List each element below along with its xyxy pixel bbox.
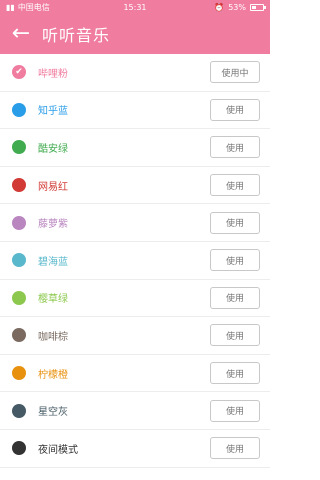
color-swatch bbox=[12, 328, 26, 343]
color-swatch bbox=[12, 403, 26, 418]
theme-name: 樱草绿 bbox=[38, 294, 68, 306]
theme-row[interactable]: 藤萝紫 使用 bbox=[0, 204, 270, 242]
color-swatch bbox=[12, 290, 26, 305]
theme-name: 网易红 bbox=[38, 181, 68, 193]
color-swatch bbox=[12, 366, 26, 381]
theme-name: 夜间模式 bbox=[38, 444, 78, 456]
use-button[interactable]: 使用 bbox=[210, 362, 260, 385]
carrier-label: 中国电信 bbox=[17, 2, 50, 12]
use-button[interactable]: 使用 bbox=[210, 399, 260, 422]
theme-row[interactable]: 网易红 使用 bbox=[0, 167, 270, 205]
battery-percent: 53% bbox=[228, 2, 246, 12]
theme-name: 知乎蓝 bbox=[38, 106, 68, 118]
signal-icon: ▮▮ bbox=[6, 2, 15, 12]
use-button[interactable]: 使用 bbox=[210, 249, 260, 272]
battery-icon bbox=[250, 3, 266, 11]
theme-row[interactable]: 星空灰 使用 bbox=[0, 392, 270, 430]
theme-row[interactable]: 咖啡棕 使用 bbox=[0, 317, 270, 355]
theme-row[interactable]: 知乎蓝 使用 bbox=[0, 92, 270, 130]
use-button[interactable]: 使用 bbox=[210, 98, 260, 121]
theme-row[interactable]: 碧海蓝 使用 bbox=[0, 242, 270, 280]
theme-name: 咖啡棕 bbox=[38, 331, 68, 343]
theme-name: 星空灰 bbox=[38, 407, 68, 419]
theme-name: 碧海蓝 bbox=[38, 256, 68, 268]
alarm-icon: ⏰ bbox=[214, 2, 225, 12]
status-left: ▮▮ 中国电信 bbox=[6, 2, 50, 13]
use-button[interactable]: 使用 bbox=[210, 286, 260, 309]
status-right: ⏰ 53% bbox=[214, 2, 266, 12]
use-button[interactable]: 使用 bbox=[210, 174, 260, 197]
in-use-button[interactable]: 使用中 bbox=[210, 61, 260, 84]
color-swatch bbox=[12, 102, 26, 117]
color-swatch bbox=[12, 140, 26, 155]
use-button[interactable]: 使用 bbox=[210, 136, 260, 159]
color-swatch bbox=[12, 441, 26, 456]
theme-row[interactable]: 樱草绿 使用 bbox=[0, 280, 270, 318]
color-swatch bbox=[12, 178, 26, 193]
theme-row[interactable]: 夜间模式 使用 bbox=[0, 430, 270, 468]
theme-list: ✔ 哔哩粉 使用中 知乎蓝 使用 酷安绿 使用 网易红 使用 藤萝紫 使用 碧海蓝 使用 樱草绿 使用 咖啡棕… bbox=[0, 54, 270, 468]
use-button[interactable]: 使用 bbox=[210, 437, 260, 460]
theme-name: 哔哩粉 bbox=[38, 68, 68, 80]
status-bar: ▮▮ 中国电信 15:31 ⏰ 53% bbox=[0, 0, 270, 14]
arrow-left-icon[interactable]: ← bbox=[0, 14, 42, 54]
check-circle-icon: ✔ bbox=[12, 65, 26, 80]
app-bar: ← 听听音乐 bbox=[0, 14, 270, 54]
theme-row[interactable]: 柠檬橙 使用 bbox=[0, 355, 270, 393]
theme-name: 柠檬橙 bbox=[38, 369, 68, 381]
page-title: 听听音乐 bbox=[42, 26, 111, 45]
theme-name: 藤萝紫 bbox=[38, 219, 68, 231]
theme-row[interactable]: 酷安绿 使用 bbox=[0, 129, 270, 167]
color-swatch bbox=[12, 215, 26, 230]
color-swatch bbox=[12, 253, 26, 268]
theme-row[interactable]: ✔ 哔哩粉 使用中 bbox=[0, 54, 270, 92]
theme-name: 酷安绿 bbox=[38, 143, 68, 155]
use-button[interactable]: 使用 bbox=[210, 211, 260, 234]
use-button[interactable]: 使用 bbox=[210, 324, 260, 347]
